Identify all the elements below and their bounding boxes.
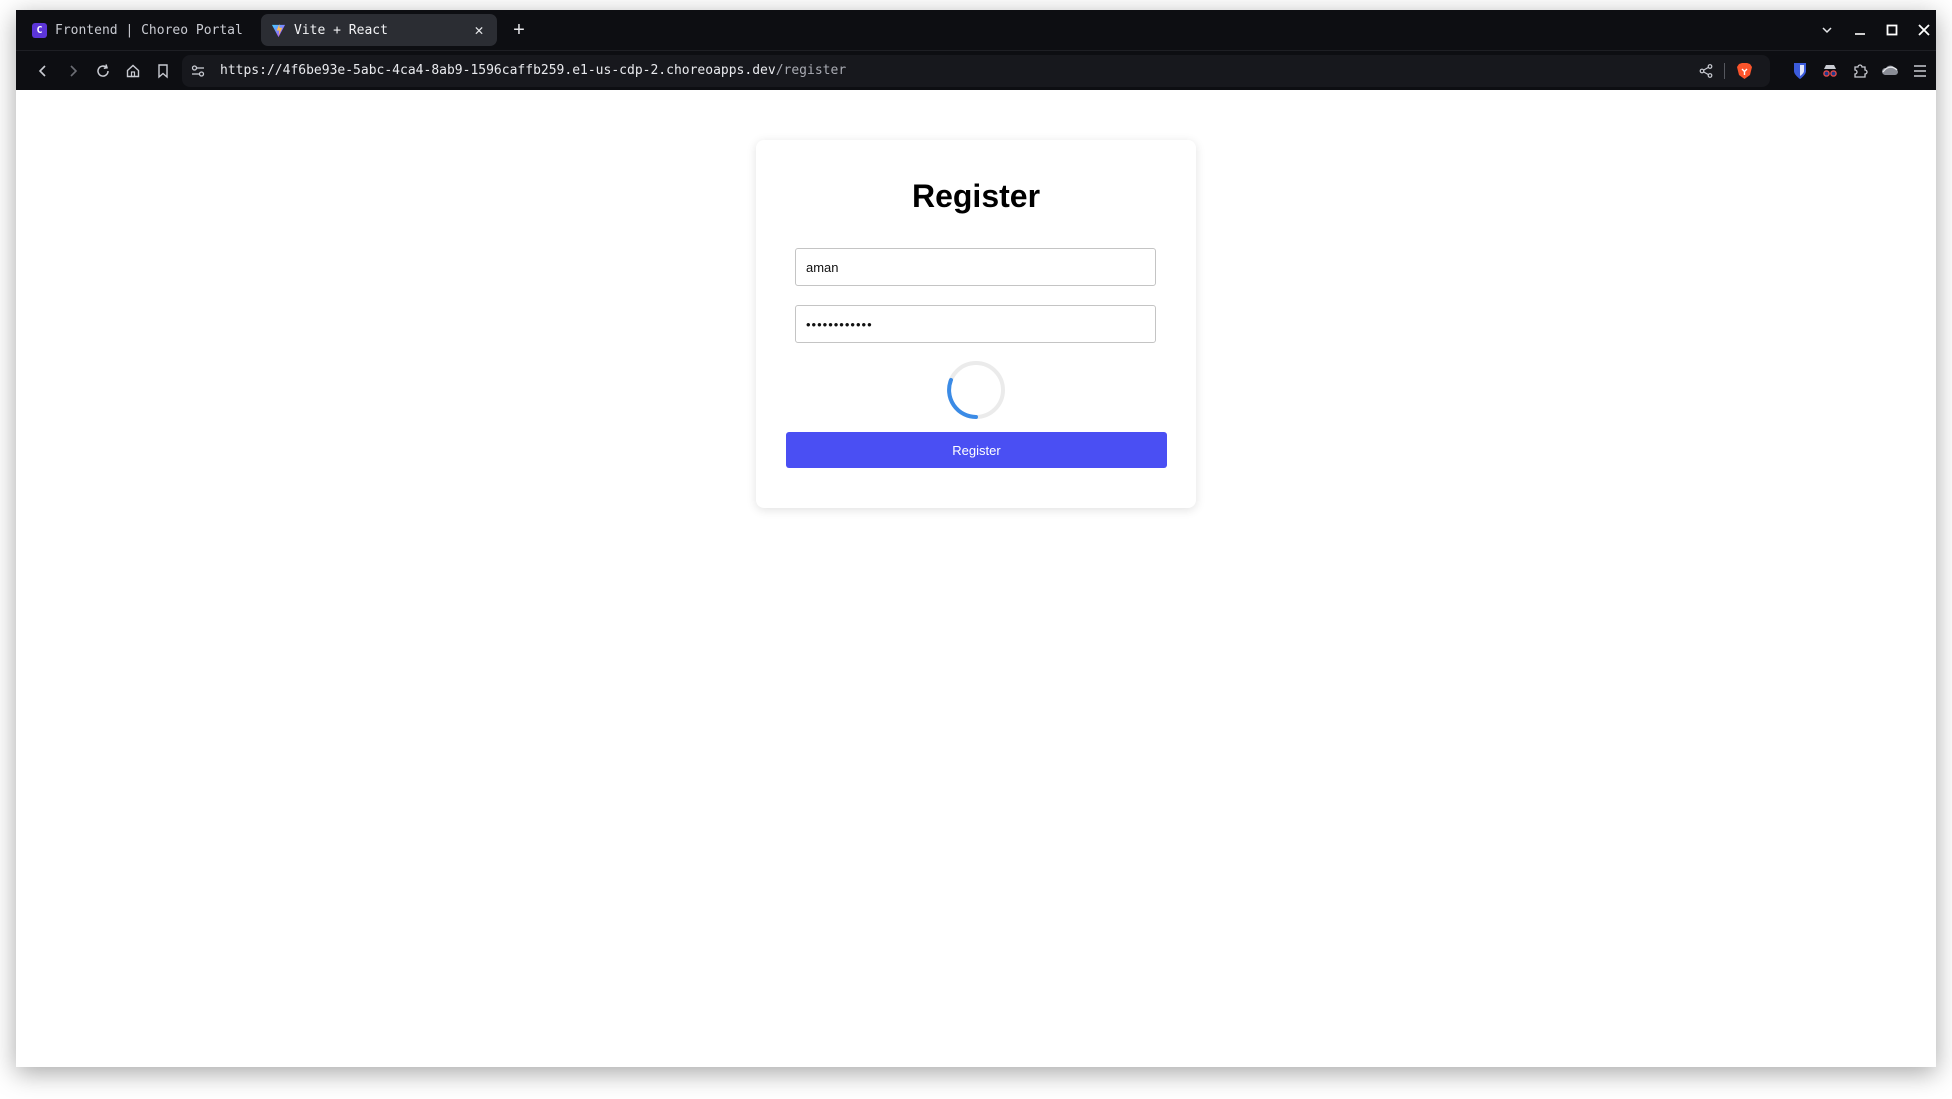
page-title: Register bbox=[911, 178, 1041, 214]
username-input[interactable] bbox=[795, 248, 1156, 286]
maximize-icon[interactable] bbox=[1882, 20, 1902, 40]
forward-icon[interactable] bbox=[62, 60, 84, 82]
choreo-logo-icon: C bbox=[32, 22, 47, 38]
browser-toolbar: https://4f6be93e-5abc-4ca4-8ab9-1596caff… bbox=[16, 50, 1936, 90]
address-bar[interactable]: https://4f6be93e-5abc-4ca4-8ab9-1596caff… bbox=[182, 55, 1770, 87]
minimize-icon[interactable] bbox=[1850, 20, 1870, 40]
browser-window: C Frontend | Choreo Portal Vite + React … bbox=[16, 10, 1936, 1067]
reload-icon[interactable] bbox=[92, 60, 114, 82]
register-button[interactable]: Register bbox=[786, 432, 1167, 468]
extensions-puzzle-icon[interactable] bbox=[1850, 61, 1870, 81]
address-bar-divider bbox=[1724, 63, 1725, 79]
loading-spinner-icon bbox=[947, 361, 1005, 419]
register-card: Register Register bbox=[756, 140, 1196, 508]
bitwarden-icon[interactable] bbox=[1790, 61, 1810, 81]
tab-frontend-choreo[interactable]: C Frontend | Choreo Portal bbox=[22, 14, 262, 46]
close-tab-icon[interactable]: ✕ bbox=[471, 21, 487, 39]
close-window-icon[interactable] bbox=[1914, 20, 1934, 40]
back-icon[interactable] bbox=[32, 60, 54, 82]
url-host: https://4f6be93e-5abc-4ca4-8ab9-1596caff… bbox=[220, 63, 776, 78]
tab-label: Frontend | Choreo Portal bbox=[55, 22, 243, 38]
home-icon[interactable] bbox=[122, 60, 144, 82]
share-icon[interactable] bbox=[1698, 63, 1714, 79]
tab-vite-react[interactable]: Vite + React ✕ bbox=[261, 14, 497, 46]
page-content: Register Register bbox=[16, 90, 1936, 1067]
tab-strip: C Frontend | Choreo Portal Vite + React … bbox=[16, 10, 1936, 50]
site-settings-icon[interactable] bbox=[190, 63, 206, 79]
url-text[interactable]: https://4f6be93e-5abc-4ca4-8ab9-1596caff… bbox=[220, 63, 846, 78]
menu-icon[interactable] bbox=[1910, 61, 1930, 81]
vite-logo-icon bbox=[271, 23, 286, 38]
tab-list-chevron-icon[interactable] bbox=[1817, 20, 1837, 40]
url-path: /register bbox=[775, 63, 847, 78]
incognito-glasses-icon[interactable] bbox=[1820, 61, 1840, 81]
bookmark-icon[interactable] bbox=[152, 60, 174, 82]
brave-shields-icon[interactable] bbox=[1736, 62, 1753, 80]
password-input[interactable] bbox=[795, 305, 1156, 343]
cloud-icon[interactable] bbox=[1880, 61, 1900, 81]
tab-label: Vite + React bbox=[294, 22, 388, 38]
new-tab-button[interactable]: + bbox=[507, 18, 531, 42]
